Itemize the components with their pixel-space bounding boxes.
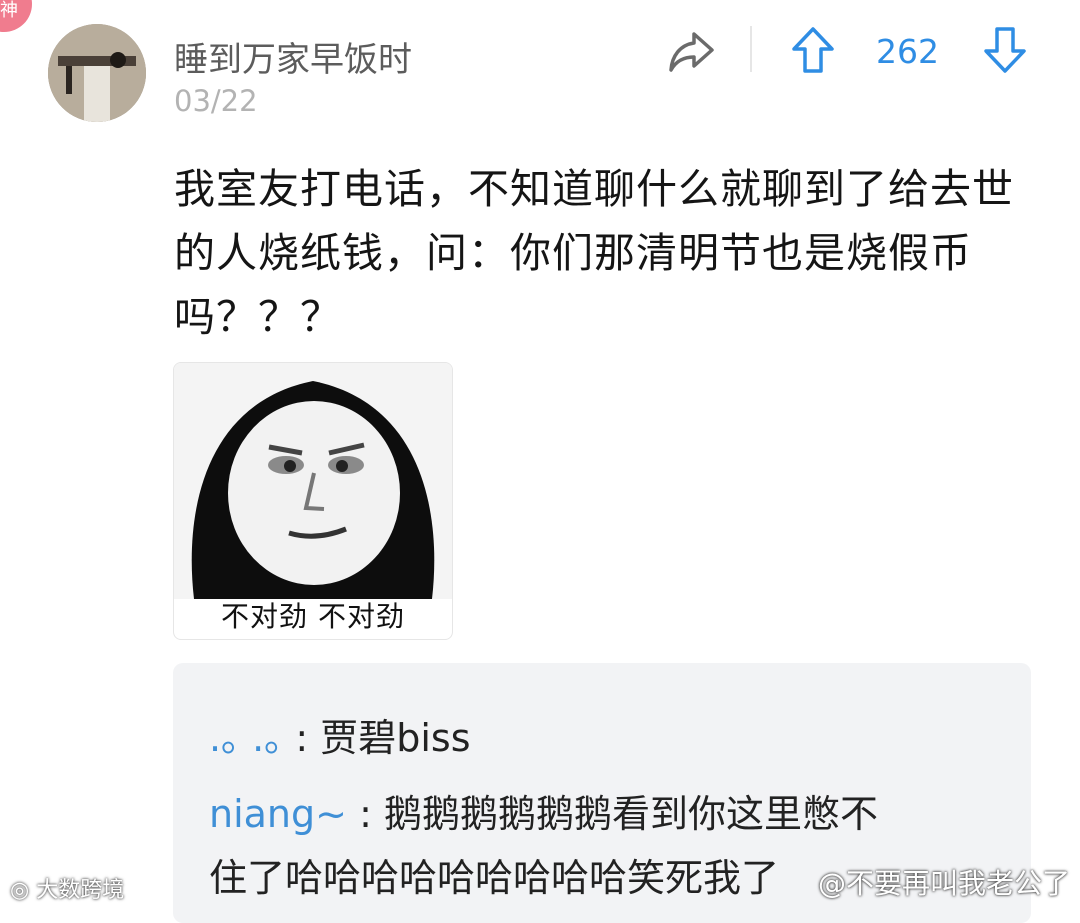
reply-text: 贾碧biss (320, 716, 471, 760)
reply-author[interactable]: .｡ .｡ (209, 716, 283, 760)
arrow-up-icon (792, 27, 834, 73)
watermark-left: ◎ 大数跨境 (10, 878, 125, 903)
reply-separator: : (346, 792, 384, 836)
arrow-down-icon (984, 27, 1026, 73)
post-body: 我室友打电话，不知道聊什么就聊到了给去世的人烧纸钱，问：你们那清明节也是烧假币吗… (174, 165, 1014, 341)
username[interactable]: 睡到万家早饭时 (174, 32, 412, 81)
downvote-button[interactable] (982, 26, 1028, 74)
watermark-right: @不要再叫我老公了 (817, 867, 1070, 900)
header-divider (750, 26, 752, 72)
reply-text-continued: 住了哈哈哈哈哈哈哈哈哈笑死我了 (209, 856, 780, 900)
hot-badge: 神 (0, 0, 32, 32)
meme-caption: 不对劲 不对劲 (221, 600, 405, 633)
meme-image[interactable]: 不对劲 不对劲 (173, 362, 453, 640)
reply-author[interactable]: niang~ (209, 792, 347, 836)
reply-separator: : (283, 716, 321, 760)
post-date: 03/22 (174, 84, 258, 118)
reply-item[interactable]: .｡ .｡ : 贾碧biss (209, 707, 471, 762)
upvote-button[interactable] (790, 26, 836, 74)
vote-count: 262 (876, 32, 939, 71)
weibo-logo-icon: ◎ (10, 878, 37, 903)
share-button[interactable] (668, 30, 716, 74)
reply-item[interactable]: niang~ : 鹅鹅鹅鹅鹅鹅看到你这里憋不 (209, 783, 878, 838)
reply-text: 鹅鹅鹅鹅鹅鹅看到你这里憋不 (383, 792, 878, 836)
share-icon (669, 32, 714, 72)
avatar[interactable] (48, 24, 146, 122)
